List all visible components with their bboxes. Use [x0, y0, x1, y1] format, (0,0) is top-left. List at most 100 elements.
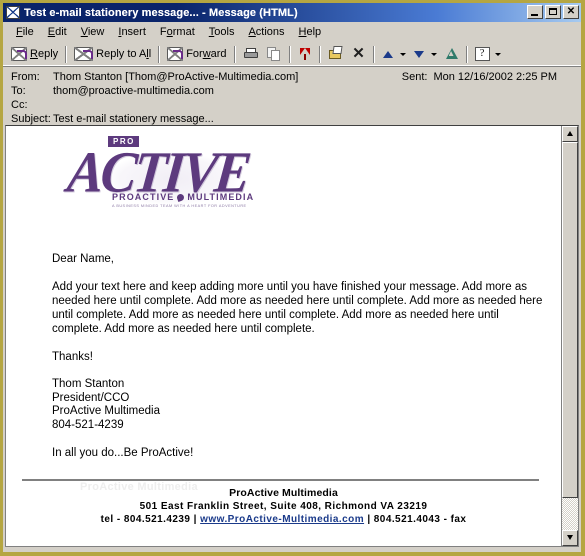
subject-label: Subject:	[11, 113, 51, 125]
printer-icon	[243, 47, 259, 61]
menu-edit[interactable]: Edit	[41, 24, 74, 40]
menu-format[interactable]: Format	[153, 24, 202, 40]
title-bar: Test e-mail stationery message... - Mess…	[3, 3, 581, 22]
footer-separator-2: |	[367, 514, 371, 525]
message-body-scroll: PRO ACTIVE PROACTIVE MULTIMEDIA A BUSINES…	[6, 126, 561, 546]
signature-name: Thom Stanton	[52, 378, 125, 390]
close-button[interactable]: ✕	[563, 5, 579, 19]
reply-all-label: Reply to All	[96, 48, 152, 60]
outlook-message-window: Test e-mail stationery message... - Mess…	[0, 0, 585, 556]
flag-icon	[298, 47, 312, 61]
previous-item-dropdown-arrow-icon[interactable]	[399, 52, 406, 56]
email-footer: ProActive Multimedia ProActive Multimedi…	[20, 481, 547, 526]
next-item-dropdown-arrow-icon[interactable]	[430, 52, 437, 56]
message-body-content: PRO ACTIVE PROACTIVE MULTIMEDIA A BUSINES…	[6, 126, 561, 546]
from-value[interactable]: Thom Stanton [Thom@ProActive-Multimedia.…	[53, 71, 298, 83]
reply-button[interactable]: Reply	[7, 44, 62, 65]
logo-tagline-left: PROACTIVE	[112, 192, 175, 202]
close-icon: ✕	[566, 5, 576, 17]
signature-phone: 804-521-4239	[52, 418, 124, 431]
to-value[interactable]: thom@proactive-multimedia.com	[53, 85, 214, 97]
menu-file[interactable]: File	[9, 24, 41, 40]
menu-insert[interactable]: Insert	[111, 24, 153, 40]
move-to-folder-button[interactable]	[324, 44, 348, 65]
flag-button[interactable]	[294, 44, 316, 65]
scroll-down-button[interactable]	[562, 530, 578, 546]
window-title: Test e-mail stationery message... - Mess…	[24, 6, 298, 19]
message-header-fields: From: Thom Stanton [Thom@ProActive-Multi…	[3, 67, 581, 125]
previous-item-up-arrow-icon	[382, 48, 395, 61]
scroll-down-button-wrap	[562, 530, 578, 546]
message-body-area: PRO ACTIVE PROACTIVE MULTIMEDIA A BUSINES…	[5, 125, 579, 547]
signature-block: Thom Stanton President/CCO ProActive Mul…	[52, 378, 544, 432]
signature-title: President/CCO	[52, 391, 130, 404]
minimize-button[interactable]	[527, 5, 543, 19]
toolbar-separator	[233, 45, 236, 63]
to-row: To: thom@proactive-multimedia.com	[3, 85, 581, 99]
next-item-down-arrow-icon	[413, 48, 426, 61]
envelope-icon	[6, 6, 20, 19]
footer-address: 501 East Franklin Street, Suite 408, Ric…	[139, 501, 428, 512]
reply-all-icon	[74, 47, 94, 61]
move-to-folder-icon	[328, 47, 344, 61]
subject-value[interactable]: Test e-mail stationery message...	[53, 113, 214, 125]
reply-icon	[11, 47, 27, 61]
sent-label: Sent:	[401, 71, 428, 83]
vertical-scrollbar[interactable]	[561, 126, 578, 546]
closing-paragraph: Thanks!	[52, 351, 93, 363]
delete-x-icon: ✕	[352, 45, 365, 62]
logo-subtagline: A BUSINESS MINDED TEAM WITH A HEART FOR …	[112, 203, 247, 208]
to-label: To:	[11, 85, 26, 97]
greeting-paragraph: Dear Name,	[52, 253, 114, 265]
footer-watermark: ProActive Multimedia	[80, 481, 198, 493]
footer-contact: tel - 804.521.4239 | www.ProActive-Multi…	[20, 513, 547, 526]
toolbar-separator	[372, 45, 375, 63]
address-book-tree-icon	[444, 47, 459, 61]
cc-label: Cc:	[11, 99, 28, 111]
toolbar: Reply Reply to All Forward ✕ ?	[3, 42, 581, 67]
message-text[interactable]: Dear Name, Add your text here and keep a…	[52, 252, 544, 460]
sent-block: Sent: Mon 12/16/2002 2:25 PM	[402, 71, 557, 83]
cc-row: Cc:	[3, 99, 581, 113]
copy-button[interactable]	[263, 44, 286, 65]
maximize-button[interactable]	[545, 5, 561, 19]
previous-item-button[interactable]	[378, 44, 399, 65]
footer-fax: 804.521.4043 - fax	[373, 514, 467, 525]
address-book-button[interactable]	[440, 44, 463, 65]
scrollbar-track[interactable]	[562, 142, 578, 530]
next-item-button[interactable]	[409, 44, 430, 65]
copy-pages-icon	[266, 47, 282, 61]
window-controls: ✕	[527, 5, 579, 19]
brand-tagline: In all you do...Be ProActive!	[52, 447, 194, 459]
reply-all-button[interactable]: Reply to All	[70, 44, 155, 65]
scrollbar-thumb[interactable]	[562, 142, 578, 498]
body-paragraph: Add your text here and keep adding more …	[52, 281, 543, 335]
signature-company: ProActive Multimedia	[52, 405, 161, 417]
forward-label: Forward	[186, 48, 227, 60]
forward-button[interactable]: Forward	[163, 44, 230, 65]
menu-actions[interactable]: Actions	[241, 24, 291, 40]
footer-separator-1: |	[193, 514, 197, 525]
toolbar-separator	[465, 45, 468, 63]
reply-label: Reply	[30, 48, 59, 60]
logo-leaf-icon	[176, 193, 186, 202]
help-button[interactable]: ?	[471, 44, 494, 65]
print-button[interactable]	[239, 44, 263, 65]
scroll-up-button[interactable]	[562, 126, 578, 142]
menu-view[interactable]: View	[74, 24, 112, 40]
menu-help[interactable]: Help	[292, 24, 329, 40]
toolbar-separator	[318, 45, 321, 63]
menu-bar: File Edit View Insert Format Tools Actio…	[3, 22, 581, 42]
logo-tagline: PROACTIVE MULTIMEDIA	[112, 192, 254, 202]
toolbar-separator	[158, 45, 161, 63]
help-question-icon: ?	[474, 47, 490, 61]
toolbar-separator	[288, 45, 291, 63]
menu-tools[interactable]: Tools	[202, 24, 242, 40]
footer-tel: tel - 804.521.4239	[100, 514, 191, 525]
help-dropdown-arrow-icon[interactable]	[494, 52, 501, 56]
logo-tagline-right: MULTIMEDIA	[187, 192, 255, 202]
toolbar-separator	[65, 45, 68, 63]
footer-website-link[interactable]: www.ProActive-Multimedia.com	[200, 514, 364, 525]
delete-button[interactable]: ✕	[348, 44, 370, 65]
sent-value: Mon 12/16/2002 2:25 PM	[433, 71, 557, 83]
